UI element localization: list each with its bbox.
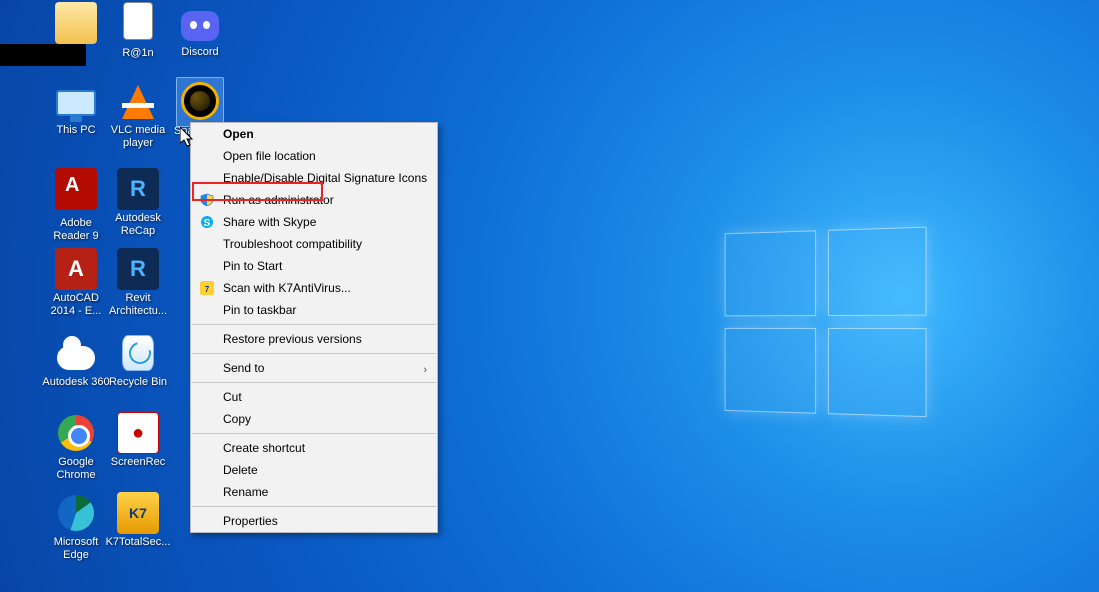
autodesk-recap-label: Autodesk ReCap [102, 212, 174, 238]
context-menu-item-label: Run as administrator [223, 193, 334, 207]
context-menu-item-run-as-administrator[interactable]: Run as administrator [191, 189, 437, 211]
context-menu-separator [192, 324, 436, 325]
recycle-bin-label: Recycle Bin [102, 376, 174, 389]
desktop-icon-autodesk-recap[interactable]: RAutodesk ReCap [102, 168, 174, 238]
shield-icon [199, 192, 215, 208]
google-chrome-icon [55, 412, 97, 454]
context-menu-item-enable-disable-digital-signature-icons[interactable]: Enable/Disable Digital Signature Icons [191, 167, 437, 189]
recycle-bin-icon [117, 332, 159, 374]
context-menu-item-pin-to-start[interactable]: Pin to Start [191, 255, 437, 277]
k7-icon: 7 [199, 280, 215, 296]
revit-label: Revit Architectu... [102, 292, 174, 318]
context-menu-item-rename[interactable]: Rename [191, 481, 437, 503]
context-menu-item-label: Pin to Start [223, 259, 282, 273]
microsoft-edge-icon [55, 492, 97, 534]
context-menu-item-label: Open file location [223, 149, 316, 163]
context-menu-item-label: Properties [223, 514, 278, 528]
desktop-icon-screenrec[interactable]: ● ScreenRec [102, 412, 174, 469]
context-menu-item-create-shortcut[interactable]: Create shortcut [191, 437, 437, 459]
context-menu-item-label: Restore previous versions [223, 332, 362, 346]
context-menu-item-label: Pin to taskbar [223, 303, 296, 317]
svg-text:S: S [204, 218, 211, 229]
context-menu-item-scan-with-k7antivirus[interactable]: 7 Scan with K7AntiVirus... [191, 277, 437, 299]
discord-icon [179, 2, 221, 44]
screenrec-label: ScreenRec [102, 456, 174, 469]
vlc-icon [117, 80, 159, 122]
context-menu-item-open[interactable]: Open [191, 123, 437, 145]
discord-label: Discord [164, 46, 236, 59]
context-menu: Open Open file location Enable/Disable Dig… [190, 122, 438, 533]
context-menu-item-delete[interactable]: Delete [191, 459, 437, 481]
desktop-icon-discord[interactable]: Discord [164, 2, 236, 59]
skype-icon: S [199, 214, 215, 230]
context-menu-item-troubleshoot-compatibility[interactable]: Troubleshoot compatibility [191, 233, 437, 255]
context-menu-item-label: Share with Skype [223, 215, 316, 229]
adobe-reader-icon: A [55, 168, 97, 210]
folder-unnamed-icon [55, 2, 97, 44]
screenrec-icon: ● [117, 412, 159, 454]
svg-text:7: 7 [205, 285, 210, 294]
context-menu-separator [192, 433, 436, 434]
context-menu-item-restore-previous-versions[interactable]: Restore previous versions [191, 328, 437, 350]
context-menu-item-label: Send to [223, 361, 264, 375]
context-menu-item-label: Create shortcut [223, 441, 305, 455]
snap-cam-icon [179, 80, 221, 122]
context-menu-separator [192, 382, 436, 383]
desktop-icon-revit[interactable]: RRevit Architectu... [102, 248, 174, 318]
context-menu-item-open-file-location[interactable]: Open file location [191, 145, 437, 167]
autodesk-recap-icon: R [117, 168, 159, 210]
context-menu-item-pin-to-taskbar[interactable]: Pin to taskbar [191, 299, 437, 321]
autocad-icon: A [55, 248, 97, 290]
desktop-icon-k7totalsec[interactable]: K7 K7TotalSec... [102, 492, 174, 549]
context-menu-item-label: Delete [223, 463, 258, 477]
context-menu-item-label: Scan with K7AntiVirus... [223, 281, 351, 295]
redacted-area [0, 44, 86, 66]
context-menu-separator [192, 353, 436, 354]
context-menu-separator [192, 506, 436, 507]
context-menu-item-label: Copy [223, 412, 251, 426]
context-menu-item-properties[interactable]: Properties [191, 510, 437, 532]
windows-logo-background [725, 226, 933, 423]
k7totalsec-label: K7TotalSec... [102, 536, 174, 549]
autodesk-360-icon [55, 332, 97, 374]
context-menu-item-cut[interactable]: Cut [191, 386, 437, 408]
r01n-icon [123, 2, 153, 40]
this-pc-icon [55, 80, 97, 122]
k7totalsec-icon: K7 [117, 492, 159, 534]
context-menu-item-share-with-skype[interactable]: S Share with Skype [191, 211, 437, 233]
context-menu-item-label: Open [223, 127, 254, 141]
context-menu-item-send-to[interactable]: Send to › [191, 357, 437, 379]
context-menu-item-label: Enable/Disable Digital Signature Icons [223, 171, 427, 185]
context-menu-item-copy[interactable]: Copy [191, 408, 437, 430]
chevron-right-icon: › [423, 362, 427, 378]
revit-icon: R [117, 248, 159, 290]
context-menu-item-label: Rename [223, 485, 268, 499]
context-menu-item-label: Cut [223, 390, 242, 404]
context-menu-item-label: Troubleshoot compatibility [223, 237, 362, 251]
desktop-icon-recycle-bin[interactable]: Recycle Bin [102, 332, 174, 389]
